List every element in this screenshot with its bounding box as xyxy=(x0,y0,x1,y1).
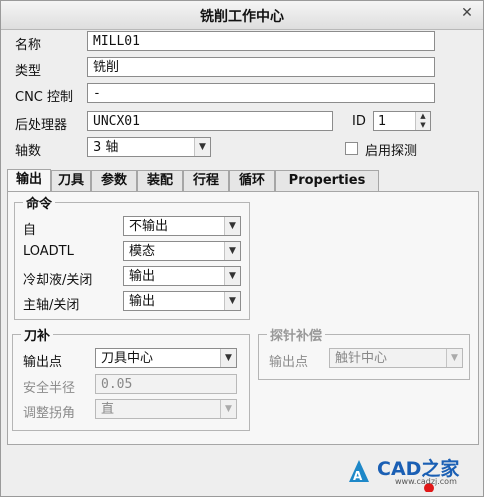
tab-parameters[interactable]: 参数 xyxy=(91,170,137,191)
chevron-down-icon: ▼ xyxy=(220,349,236,367)
command-loadtl-select[interactable]: 模态 ▼ xyxy=(123,241,241,261)
axes-value: 3 轴 xyxy=(93,140,119,155)
chevron-down-icon: ▼ xyxy=(224,217,240,235)
enable-probe-label: 启用探测 xyxy=(365,144,418,159)
name-field[interactable]: MILL01 xyxy=(87,31,435,51)
commands-group: 命令 自 不输出 ▼ LOADTL 模态 ▼ 冷却液/关闭 输出 ▼ 主轴/关闭… xyxy=(14,193,250,320)
post-processor-field[interactable]: UNCX01 xyxy=(87,111,333,131)
tab-output[interactable]: 输出 xyxy=(7,169,51,192)
svg-text:A: A xyxy=(353,469,363,483)
dialog-title: 铣削工作中心 xyxy=(200,9,284,25)
output-point-label: 输出点 xyxy=(23,355,63,370)
probe-output-point-select[interactable]: 触针中心 ▼ xyxy=(329,348,463,368)
output-tab-panel: 命令 自 不输出 ▼ LOADTL 模态 ▼ 冷却液/关闭 输出 ▼ 主轴/关闭… xyxy=(7,191,479,445)
cad-home-watermark: A CAD之家 www.cadzj.com xyxy=(345,452,475,493)
cnc-control-label: CNC 控制 xyxy=(15,90,74,105)
axes-label: 轴数 xyxy=(15,144,42,159)
output-point-value: 刀具中心 xyxy=(101,351,154,366)
command-spindle-off-value: 输出 xyxy=(129,294,156,309)
cnc-control-field[interactable]: - xyxy=(87,83,435,103)
command-label-coolant-off: 冷却液/关闭 xyxy=(23,273,93,288)
tab-travel[interactable]: 行程 xyxy=(183,170,229,191)
command-label-spindle-off: 主轴/关闭 xyxy=(23,298,80,313)
safe-radius-label: 安全半径 xyxy=(23,381,76,396)
probe-output-point-label: 输出点 xyxy=(269,355,309,370)
cutter-comp-group-title: 刀补 xyxy=(21,325,54,344)
chevron-down-icon: ▼ xyxy=(224,292,240,310)
id-label: ID xyxy=(352,114,366,129)
milling-workcenter-dialog: 铣削工作中心 ✕ 名称 MILL01 类型 铣削 CNC 控制 - 后处理器 U… xyxy=(0,0,484,497)
spin-down-icon[interactable]: ▼ xyxy=(415,121,430,130)
adjust-corner-select[interactable]: 直 ▼ xyxy=(95,399,237,419)
id-value: 1 xyxy=(378,114,387,129)
output-point-select[interactable]: 刀具中心 ▼ xyxy=(95,348,237,368)
axes-select[interactable]: 3 轴 ▼ xyxy=(87,137,211,157)
tab-assembly[interactable]: 装配 xyxy=(137,170,183,191)
command-label-loadtl: LOADTL xyxy=(23,244,74,259)
adjust-corner-value: 直 xyxy=(101,402,115,417)
commands-group-title: 命令 xyxy=(23,193,56,212)
chevron-down-icon: ▼ xyxy=(224,267,240,285)
type-field[interactable]: 铣削 xyxy=(87,57,435,77)
id-spinner[interactable]: 1 ▲ ▼ xyxy=(373,111,431,131)
command-coolant-off-select[interactable]: 输出 ▼ xyxy=(123,266,241,286)
probe-comp-group: 探针补偿 输出点 触针中心 ▼ xyxy=(258,325,470,380)
tab-properties[interactable]: Properties xyxy=(275,170,379,191)
chevron-down-icon: ▼ xyxy=(224,242,240,260)
tab-tools[interactable]: 刀具 xyxy=(51,170,91,191)
command-from-value: 不输出 xyxy=(129,219,169,234)
title-bar[interactable]: 铣削工作中心 ✕ xyxy=(1,1,483,30)
command-loadtl-value: 模态 xyxy=(129,244,156,259)
cutter-comp-group: 刀补 输出点 刀具中心 ▼ 安全半径 0.05 调整拐角 直 ▼ xyxy=(12,325,250,431)
type-label: 类型 xyxy=(15,64,42,79)
probe-comp-group-title: 探针补偿 xyxy=(267,325,326,344)
command-label-from: 自 xyxy=(23,223,37,238)
command-spindle-off-select[interactable]: 输出 ▼ xyxy=(123,291,241,311)
probe-output-point-value: 触针中心 xyxy=(335,351,388,366)
watermark-url: www.cadzj.com xyxy=(395,477,457,486)
chevron-down-icon: ▼ xyxy=(194,138,210,156)
command-coolant-off-value: 输出 xyxy=(129,269,156,284)
chevron-down-icon: ▼ xyxy=(220,400,236,418)
safe-radius-field[interactable]: 0.05 xyxy=(95,374,237,394)
tab-cycles[interactable]: 循环 xyxy=(229,170,275,191)
command-from-select[interactable]: 不输出 ▼ xyxy=(123,216,241,236)
name-label: 名称 xyxy=(15,38,42,53)
close-icon[interactable]: ✕ xyxy=(459,5,475,21)
post-processor-label: 后处理器 xyxy=(15,118,68,133)
enable-probe-checkbox[interactable] xyxy=(345,142,358,155)
chevron-down-icon: ▼ xyxy=(446,349,462,367)
adjust-corner-label: 调整拐角 xyxy=(23,406,76,421)
